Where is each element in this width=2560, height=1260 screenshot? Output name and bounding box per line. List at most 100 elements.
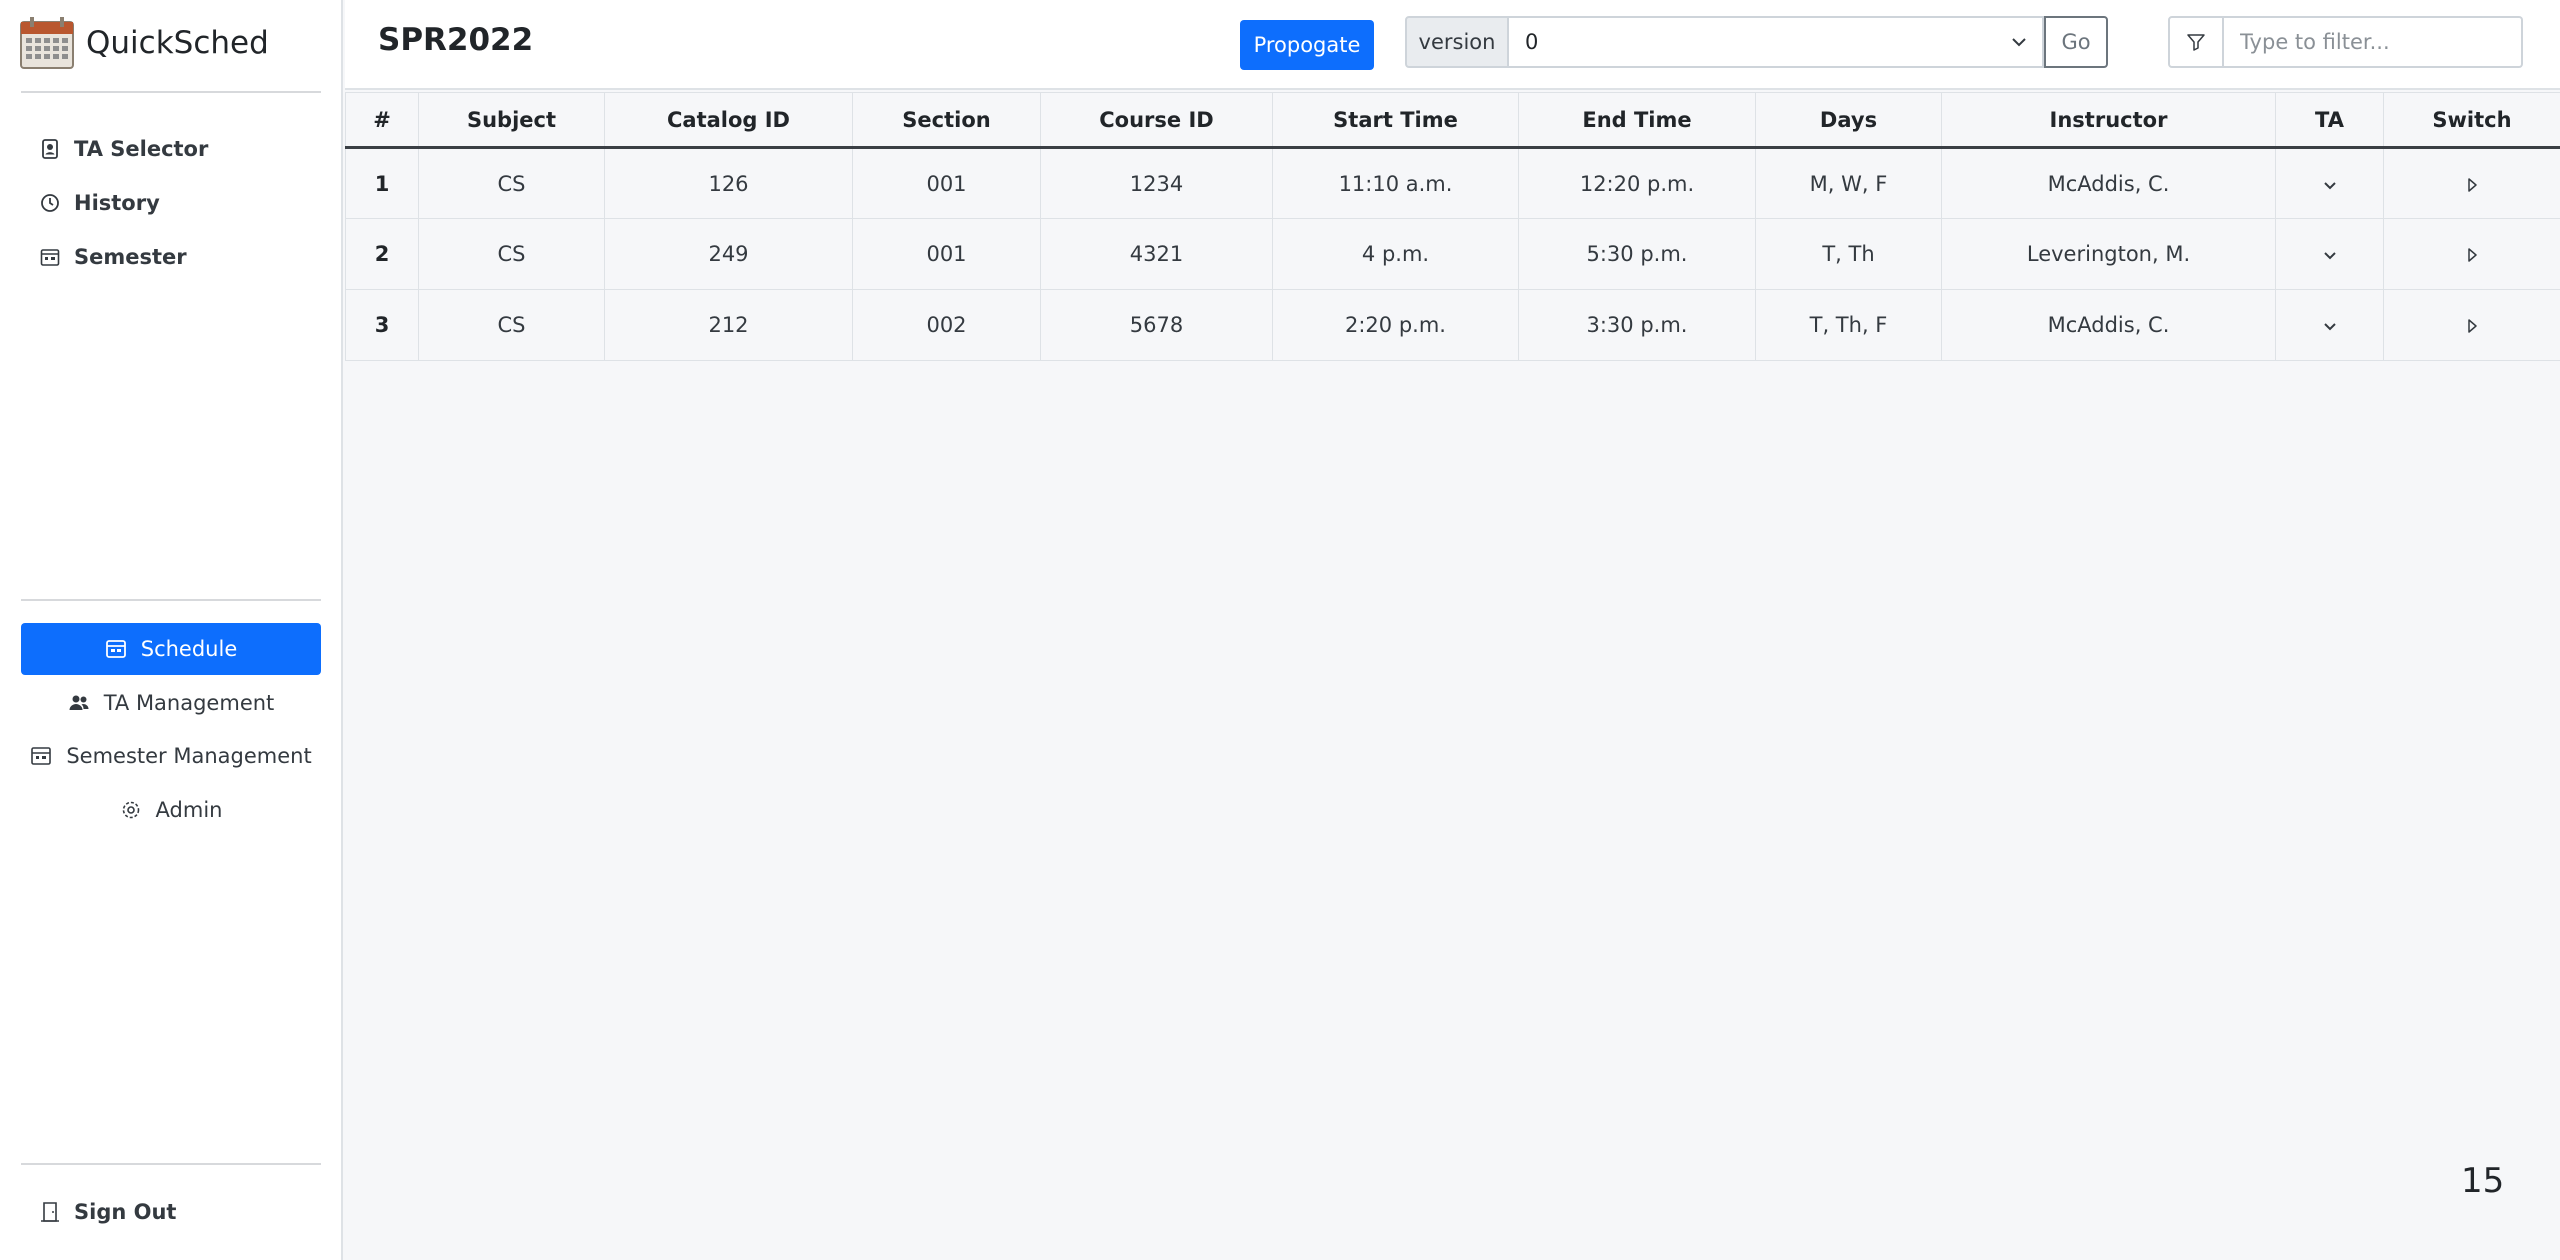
chevron-down-icon <box>2012 38 2026 47</box>
course-id-cell: 4321 <box>1040 218 1273 290</box>
column-header[interactable]: Switch <box>2383 92 2560 149</box>
days-cell: T, Th, F <box>1755 289 1942 361</box>
column-header[interactable]: # <box>345 92 419 149</box>
column-header[interactable]: Instructor <box>1941 92 2276 149</box>
sidebar-item-label: History <box>74 191 160 215</box>
column-header[interactable]: Days <box>1755 92 1942 149</box>
filter-input[interactable] <box>2224 16 2523 68</box>
version-value: 0 <box>1525 30 1539 54</box>
brand[interactable]: QuickSched <box>20 14 269 72</box>
sidebar: QuickSched TA Selector History Semester … <box>0 0 343 1260</box>
version-select[interactable]: 0 <box>1509 16 2044 68</box>
calendar-logo-icon <box>20 17 74 69</box>
chevron-down-icon <box>2323 181 2336 189</box>
play-icon <box>2468 177 2477 192</box>
chevron-down-icon <box>2323 252 2336 260</box>
column-header[interactable]: Start Time <box>1272 92 1519 149</box>
end-time-cell: 3:30 p.m. <box>1518 289 1756 361</box>
sidebar-divider <box>21 599 321 601</box>
sidebar-item-ta-management[interactable]: TA Management <box>21 677 321 729</box>
clock-icon <box>41 194 59 212</box>
days-cell: T, Th <box>1755 218 1942 290</box>
sidebar-item-label: TA Management <box>103 690 275 715</box>
sidebar-main-nav: Schedule TA Management Semester Manageme… <box>21 623 321 837</box>
calendar-week-icon <box>105 640 126 658</box>
person-badge-icon <box>42 139 58 159</box>
row-number: 3 <box>345 289 419 361</box>
door-icon <box>41 1202 59 1222</box>
chevron-down-icon <box>2323 323 2336 331</box>
sidebar-item-schedule[interactable]: Schedule <box>21 623 321 675</box>
catalog-id-cell: 126 <box>604 147 853 219</box>
column-header[interactable]: Catalog ID <box>604 92 853 149</box>
app-name: QuickSched <box>86 25 269 61</box>
sidebar-item-label: Schedule <box>140 637 238 661</box>
subject-cell: CS <box>418 218 605 290</box>
instructor-cell: Leverington, M. <box>1941 218 2276 290</box>
course-id-cell: 5678 <box>1040 289 1273 361</box>
version-selector: version 0 Go <box>1405 16 2108 68</box>
filter-icon-box <box>2168 16 2224 68</box>
subject-cell: CS <box>418 147 605 219</box>
version-label: version <box>1405 16 1509 68</box>
row-number: 2 <box>345 218 419 290</box>
schedule-table-wrapper: # Subject Catalog ID Section Course ID S… <box>345 92 2560 361</box>
sidebar-divider <box>21 91 321 93</box>
sidebar-item-ta-selector[interactable]: TA Selector <box>40 122 208 176</box>
go-button[interactable]: Go <box>2044 16 2108 68</box>
switch-button[interactable] <box>2383 218 2560 290</box>
people-icon <box>69 695 89 710</box>
course-id-cell: 1234 <box>1040 147 1273 219</box>
column-header[interactable]: Course ID <box>1040 92 1273 149</box>
sidebar-item-label: Semester <box>74 245 187 269</box>
top-bar: SPR2022 Propogate version 0 Go <box>345 0 2560 90</box>
instructor-cell: McAddis, C. <box>1941 289 2276 361</box>
sidebar-item-label: Admin <box>155 797 223 822</box>
table-row: 3 CS 212 002 5678 2:20 p.m. 3:30 p.m. T,… <box>345 289 2560 361</box>
row-number: 1 <box>345 147 419 219</box>
sidebar-item-history[interactable]: History <box>40 176 208 230</box>
play-icon <box>2468 248 2477 262</box>
sidebar-item-label: Semester Management <box>66 744 312 768</box>
sign-out-button[interactable]: Sign Out <box>40 1186 176 1238</box>
table-row: 2 CS 249 001 4321 4 p.m. 5:30 p.m. T, Th… <box>345 218 2560 290</box>
sidebar-item-semester-management[interactable]: Semester Management <box>21 730 321 782</box>
funnel-icon <box>2187 34 2205 51</box>
page-count: 15 <box>2461 1161 2505 1201</box>
column-header[interactable]: TA <box>2275 92 2384 149</box>
table-row: 1 CS 126 001 1234 11:10 a.m. 12:20 p.m. … <box>345 147 2560 219</box>
play-icon <box>2468 319 2477 333</box>
column-header[interactable]: Subject <box>418 92 605 149</box>
ta-toggle[interactable] <box>2275 218 2384 290</box>
page-title: SPR2022 <box>378 22 534 58</box>
instructor-cell: McAddis, C. <box>1941 147 2276 219</box>
column-header[interactable]: End Time <box>1518 92 1756 149</box>
switch-button[interactable] <box>2383 147 2560 219</box>
sidebar-item-admin[interactable]: Admin <box>21 784 321 836</box>
catalog-id-cell: 249 <box>604 218 853 290</box>
gear-icon <box>122 801 139 818</box>
ta-toggle[interactable] <box>2275 147 2384 219</box>
section-cell: 002 <box>852 289 1041 361</box>
days-cell: M, W, F <box>1755 147 1942 219</box>
section-cell: 001 <box>852 218 1041 290</box>
subject-cell: CS <box>418 289 605 361</box>
propagate-button[interactable]: Propogate <box>1240 20 1374 70</box>
switch-button[interactable] <box>2383 289 2560 361</box>
start-time-cell: 4 p.m. <box>1272 218 1519 290</box>
sidebar-divider <box>21 1163 321 1165</box>
ta-toggle[interactable] <box>2275 289 2384 361</box>
sign-out-label: Sign Out <box>74 1200 177 1224</box>
catalog-id-cell: 212 <box>604 289 853 361</box>
calendar-icon <box>40 249 60 266</box>
start-time-cell: 2:20 p.m. <box>1272 289 1519 361</box>
calendar-icon <box>31 747 52 765</box>
sidebar-item-label: TA Selector <box>74 137 209 161</box>
start-time-cell: 11:10 a.m. <box>1272 147 1519 219</box>
column-header[interactable]: Section <box>852 92 1041 149</box>
table-header-row: # Subject Catalog ID Section Course ID S… <box>345 92 2560 149</box>
filter-box <box>2168 16 2523 68</box>
sidebar-item-semester[interactable]: Semester <box>40 230 208 284</box>
sidebar-top-nav: TA Selector History Semester <box>40 122 208 284</box>
end-time-cell: 12:20 p.m. <box>1518 147 1756 219</box>
